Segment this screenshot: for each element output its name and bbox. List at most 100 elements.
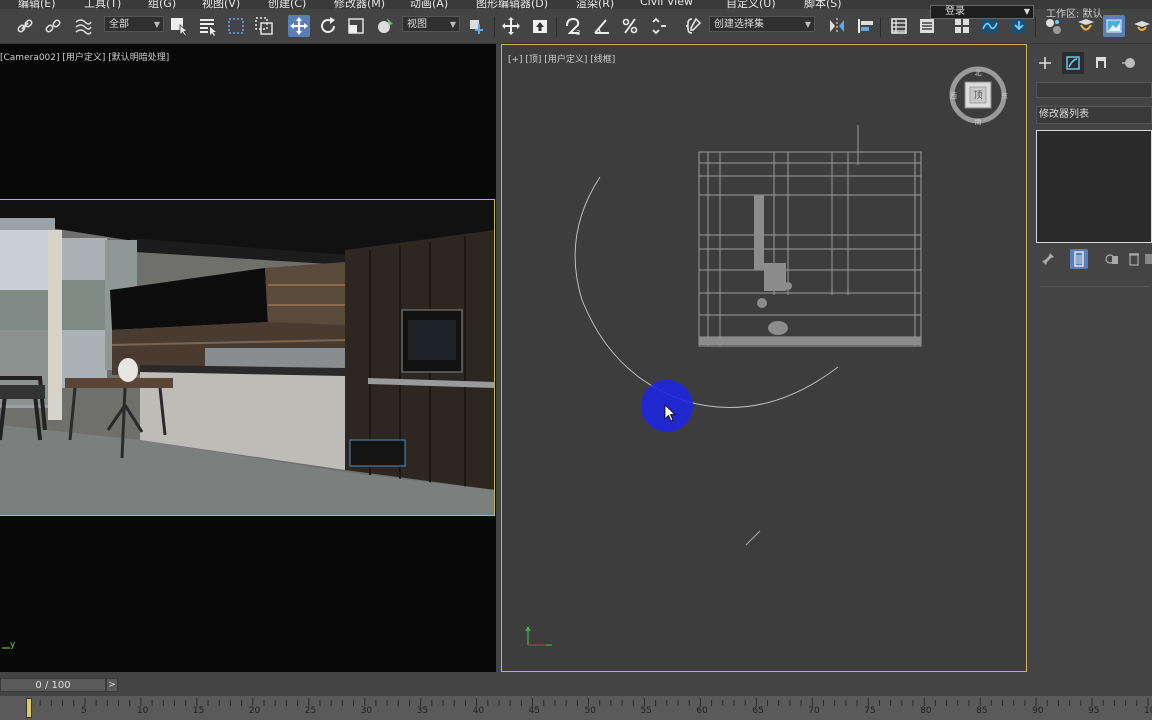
ruler-tick-label: 40 [472,706,485,716]
align-icon[interactable] [855,15,877,37]
top-viewport[interactable]: [+] [顶] [用户定义] [线框] 北 南 西 东 顶 [501,44,1027,672]
viewcube-face-label: 顶 [973,91,983,101]
ruler-tick-label: 75 [864,706,876,716]
menu-views[interactable]: 视图(V) [202,0,240,9]
camera-viewport[interactable]: [Camera002] [用户定义] [默认明暗处理] y [0,44,496,672]
menu-customize[interactable]: 自定义(U) [726,0,776,9]
selection-filter-dropdown[interactable]: 全部 ▼ [104,16,164,32]
percent-snap-icon[interactable] [619,15,641,37]
menu-group[interactable]: 组(G) [148,0,176,9]
time-slider-next-button[interactable]: > [106,678,118,692]
menu-civil-view[interactable]: Civil View [640,0,693,8]
ruler-tick-label: 15 [192,706,205,716]
ruler-tick-label: 45 [528,706,540,716]
mirror-icon[interactable] [826,15,848,37]
move-icon[interactable] [288,15,310,37]
pivot-center-icon[interactable] [466,15,488,37]
modifier-list-dropdown[interactable]: 修改器列表 [1036,106,1152,124]
remove-modifier-icon[interactable] [1126,251,1142,267]
layer-explorer-icon[interactable] [916,15,938,37]
ruler-tick-label: 100 [1144,706,1152,716]
ruler-tick-label: 50 [584,706,596,716]
viewport-render-image [0,199,495,516]
modify-tab-icon[interactable] [1062,52,1084,74]
track-bar[interactable]: 5 10 15 20 25 30 35 40 45 50 55 60 65 70 75 80 85 90 95 100 [0,696,1152,720]
bind-spacewarp-icon[interactable] [72,15,94,37]
configure-sets-icon[interactable] [1144,251,1152,267]
ruler-tick-label: 90 [1032,706,1044,716]
top-view-wireframe [525,125,922,646]
unlink-icon[interactable] [42,15,64,37]
object-name-field[interactable] [1036,82,1152,98]
menu-modifiers[interactable]: 修改器(M) [334,0,385,9]
toggle-ribbon-icon[interactable] [951,15,973,37]
reference-coordinate-dropdown[interactable]: 视图 ▼ [402,16,460,32]
rendered-frame-window-icon[interactable] [1103,15,1125,37]
menu-tools[interactable]: 工具(T) [84,0,121,9]
hierarchy-tab-icon[interactable] [1090,52,1112,74]
rotate-icon[interactable] [317,15,339,37]
time-slider[interactable]: 0 / 100 [0,678,106,692]
snaps-toggle-icon[interactable]: 3 [562,15,584,37]
pin-stack-icon[interactable] [1040,251,1056,267]
scale-icon[interactable] [345,15,367,37]
render-setup-icon[interactable] [1075,15,1097,37]
svg-text:西: 西 [950,92,957,100]
ruler-tick-label: 70 [808,706,820,716]
select-by-name-icon[interactable] [196,15,218,37]
timeline: 0 / 100 > 5 10 15 20 25 30 35 40 45 50 55 60 65 70 75 8… [0,672,1152,720]
ruler-tick-label: 10 [136,706,149,716]
axis-y-label: y [10,640,16,650]
viewcube[interactable]: 北 南 西 东 顶 [948,65,1008,126]
rect-selection-region-icon[interactable] [225,15,247,37]
svg-text:东: 东 [1001,91,1008,100]
schematic-view-icon[interactable] [1008,15,1030,37]
ruler-tick-label: 60 [696,706,708,716]
command-panel: 修改器列表 [1030,44,1152,672]
ruler-tick-label: 20 [248,706,261,716]
ruler-tick-label: 5 [80,706,87,716]
window-crossing-icon[interactable] [253,15,275,37]
named-selection-dropdown[interactable]: 创建选择集 ▼ [709,16,815,32]
place-icon[interactable] [374,15,396,37]
menu-graph-editors[interactable]: 图形编辑器(D) [476,0,548,9]
link-icon[interactable] [14,15,36,37]
ruler-tick-label: 25 [304,706,317,716]
motion-tab-icon[interactable] [1118,52,1140,74]
make-unique-icon[interactable] [1104,251,1120,267]
select-manipulate-icon[interactable] [500,15,522,37]
ruler-tick-label: 85 [976,706,988,716]
spinner-snap-icon[interactable] [647,15,669,37]
material-editor-icon[interactable] [1042,15,1064,37]
panel-divider [1040,286,1150,287]
svg-text:南: 南 [975,117,982,125]
curve-editor-icon[interactable] [979,15,1001,37]
menu-rendering[interactable]: 渲染(R) [576,0,614,9]
render-production-icon[interactable] [1131,15,1152,37]
ruler-tick-label: 80 [920,706,932,716]
modifier-stack-tools [1036,249,1152,269]
current-frame-marker[interactable] [26,698,32,718]
svg-text:北: 北 [975,69,982,77]
camera-viewport-label[interactable]: [Camera002] [用户定义] [默认明暗处理] [0,50,169,63]
ruler-tick-label: 35 [416,706,429,716]
keyboard-shortcut-override-icon[interactable] [529,15,551,37]
scene-explorer-icon[interactable] [888,15,910,37]
create-tab-plus-icon[interactable] [1034,52,1056,74]
main-toolbar: 登录 ▼ 工作区: 默认 全部 ▼ 视图 ▼ 3 创建选择集 ▼ [0,5,1152,44]
ruler-tick-label: 30 [360,706,373,716]
menu-create[interactable]: 创建(C) [268,0,306,9]
menu-animation[interactable]: 动画(A) [410,0,448,9]
select-object-icon[interactable] [168,15,190,37]
show-end-result-icon[interactable] [1070,249,1088,269]
ruler-tick-label: 55 [640,706,652,716]
mouse-pointer-icon [664,404,677,422]
edit-named-selection-icon[interactable] [683,15,705,37]
ruler-tick-label: 65 [752,706,764,716]
modifier-stack[interactable] [1036,130,1152,243]
menu-scripting[interactable]: 脚本(S) [804,0,842,9]
angle-snap-icon[interactable] [591,15,613,37]
menu-edit[interactable]: 编辑(E) [18,0,56,9]
ruler-tick-label: 95 [1088,706,1100,716]
svg-text:3: 3 [576,29,580,36]
